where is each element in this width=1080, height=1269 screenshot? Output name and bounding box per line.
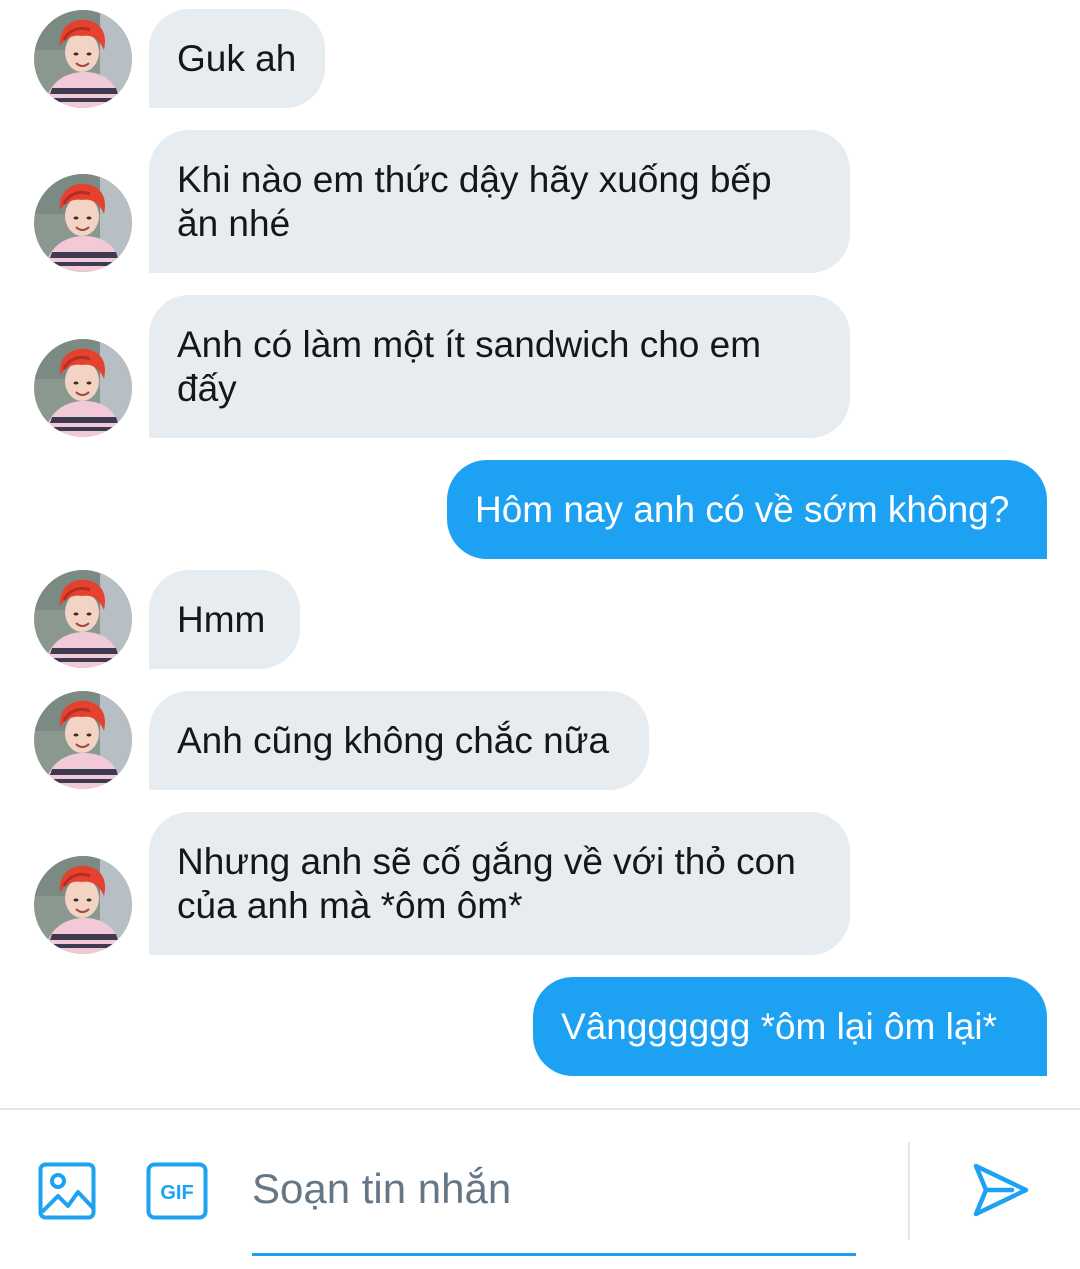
message-text: Guk ah xyxy=(177,37,297,79)
contact-avatar[interactable] xyxy=(34,570,132,668)
message-text: Anh có làm một ít sandwich cho em đấy xyxy=(177,323,762,409)
message-thread[interactable]: Guk ah Khi nào em thức dậy hãy xuống bếp… xyxy=(0,0,1080,1108)
message-composer: GIF xyxy=(0,1108,1080,1269)
message-text: Khi nào em thức dậy hãy xuống bếp ăn nhé xyxy=(177,158,772,244)
message-text: Anh cũng không chắc nữa xyxy=(177,719,610,761)
incoming-message[interactable]: Hmm xyxy=(149,570,300,669)
image-icon xyxy=(38,1162,96,1220)
contact-avatar[interactable] xyxy=(34,174,132,272)
incoming-message[interactable]: Anh cũng không chắc nữa xyxy=(149,691,649,790)
add-photo-button[interactable] xyxy=(38,1162,96,1220)
incoming-message[interactable]: Guk ah xyxy=(149,9,325,108)
incoming-message[interactable]: Anh có làm một ít sandwich cho em đấy xyxy=(149,295,850,438)
gif-icon: GIF xyxy=(146,1162,208,1220)
outgoing-message[interactable]: Vângggggg *ôm lại ôm lại* xyxy=(533,977,1047,1076)
message-text: Vângggggg *ôm lại ôm lại* xyxy=(561,1005,998,1047)
incoming-message[interactable]: Nhưng anh sẽ cố gắng về với thỏ con của … xyxy=(149,812,850,955)
message-input[interactable] xyxy=(252,1146,856,1256)
outgoing-message[interactable]: Hôm nay anh có về sớm không? xyxy=(447,460,1047,559)
message-text: Hmm xyxy=(177,598,266,640)
contact-avatar[interactable] xyxy=(34,10,132,108)
contact-avatar[interactable] xyxy=(34,691,132,789)
send-icon xyxy=(973,1163,1029,1217)
contact-avatar[interactable] xyxy=(34,339,132,437)
send-button[interactable] xyxy=(972,1162,1030,1218)
contact-avatar[interactable] xyxy=(34,856,132,954)
dm-conversation-screen: Guk ah Khi nào em thức dậy hãy xuống bếp… xyxy=(0,0,1080,1269)
message-text: Hôm nay anh có về sớm không? xyxy=(475,488,1010,530)
composer-divider xyxy=(908,1142,910,1240)
incoming-message[interactable]: Khi nào em thức dậy hãy xuống bếp ăn nhé xyxy=(149,130,850,273)
gif-label: GIF xyxy=(160,1182,193,1204)
message-text: Nhưng anh sẽ cố gắng về với thỏ con của … xyxy=(177,840,796,926)
add-gif-button[interactable]: GIF xyxy=(146,1162,208,1220)
